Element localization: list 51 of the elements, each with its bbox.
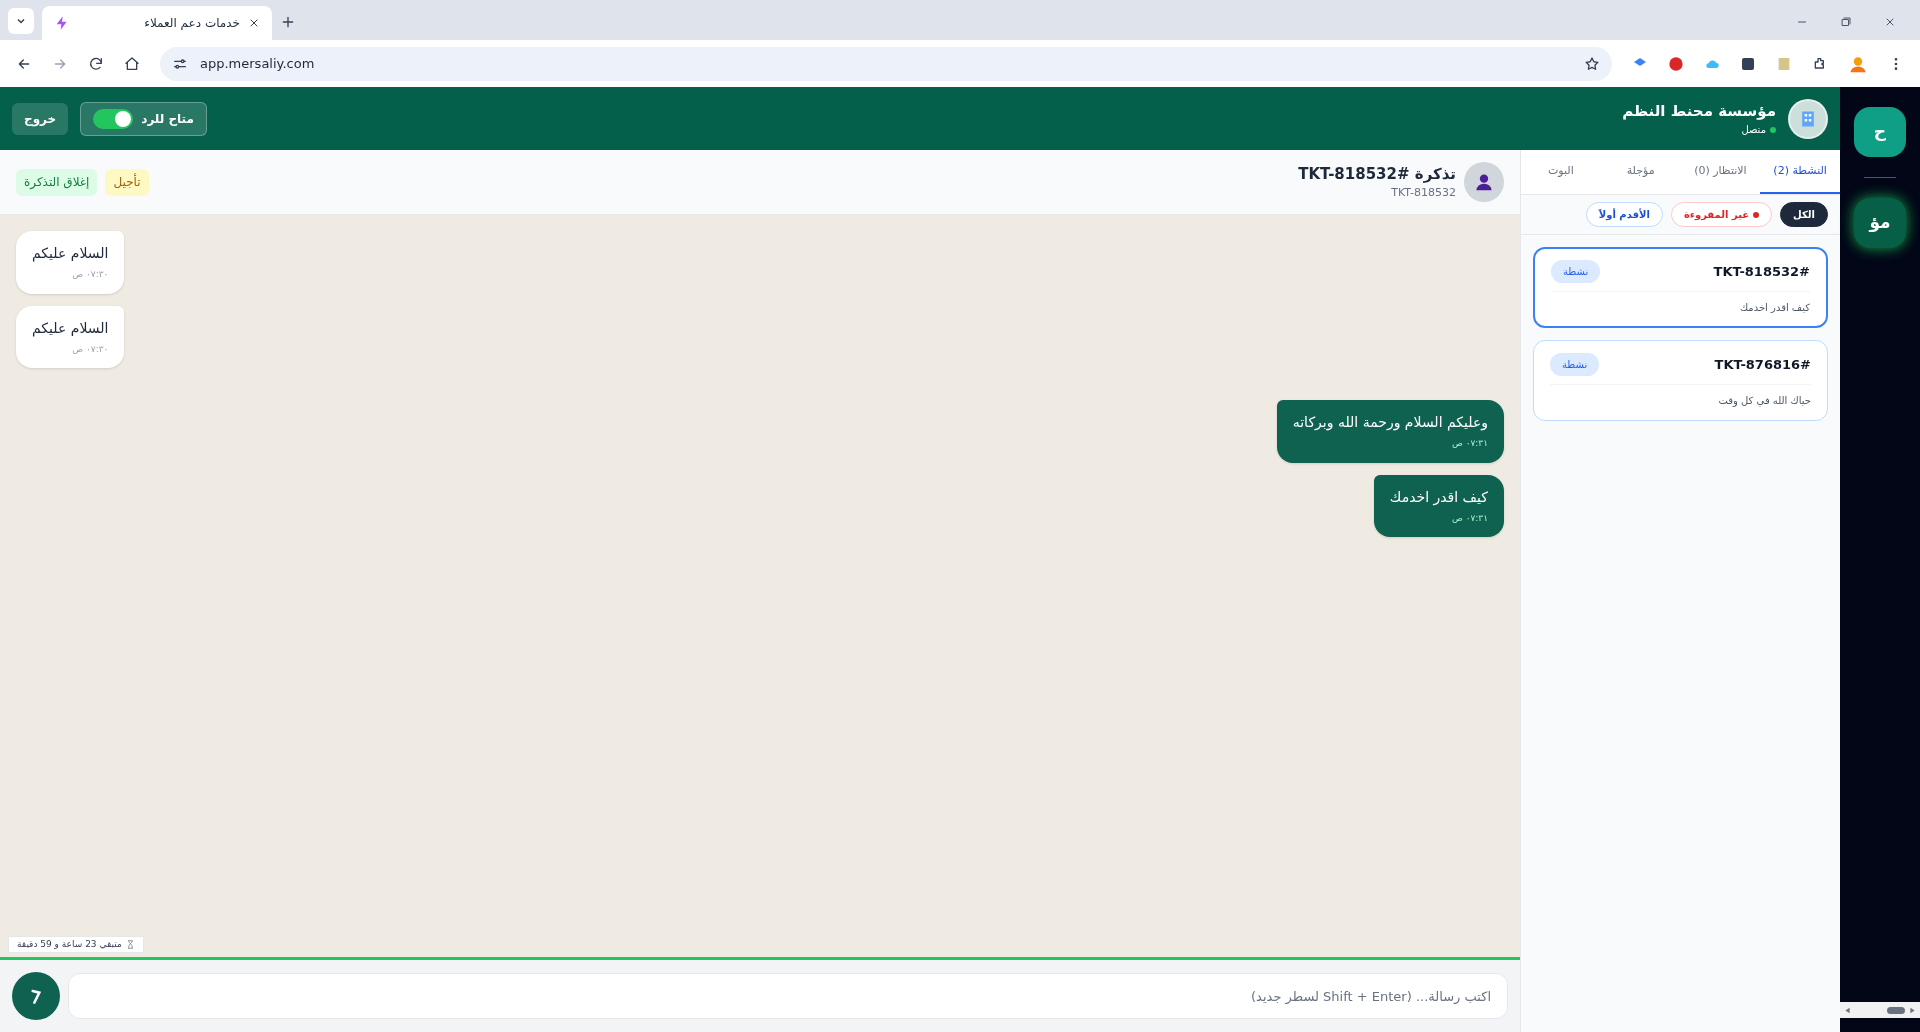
status-badge: نشطة bbox=[1550, 353, 1600, 376]
message-time: ٠٧:٣١ ص bbox=[1450, 511, 1488, 525]
ticket-preview: كيف اقدر اخدمك bbox=[1738, 301, 1810, 315]
organization-name: مؤسسة محنط النظم bbox=[1622, 100, 1776, 122]
reload-icon[interactable] bbox=[88, 55, 104, 72]
new-tab-icon[interactable] bbox=[280, 14, 296, 30]
ticket-tab[interactable]: الانتظار (0) bbox=[1680, 150, 1761, 194]
ticket-id: TKT-818532# bbox=[1713, 262, 1810, 281]
tab-title: خدمات دعم العملاء bbox=[143, 15, 240, 32]
status-badge: نشطة bbox=[1551, 260, 1601, 283]
message-input[interactable]: اكتب رسالة... (Shift + Enter لسطر جديد) bbox=[68, 973, 1508, 1019]
hourglass-icon bbox=[125, 939, 135, 949]
close-ticket-button[interactable]: إغلاق التذكرة bbox=[16, 168, 98, 196]
restore-icon[interactable] bbox=[1840, 16, 1852, 28]
ticket-title: تذكرة #TKT-818532 bbox=[1298, 163, 1456, 185]
close-icon[interactable] bbox=[248, 17, 260, 29]
availability-toggle[interactable]: متاح للرد bbox=[80, 101, 207, 136]
person-icon bbox=[1474, 172, 1494, 192]
browser-tab[interactable]: خدمات دعم العملاء bbox=[42, 6, 272, 40]
filter-chip[interactable]: الكل bbox=[1780, 202, 1828, 227]
message-time: ٠٧:٣٠ ص bbox=[71, 342, 109, 356]
address-bar[interactable]: app.mersaliy.com bbox=[160, 46, 1612, 81]
extension-icon[interactable] bbox=[1740, 55, 1756, 72]
message-time: ٠٧:٣٠ ص bbox=[71, 268, 109, 281]
scroll-left-icon[interactable] bbox=[1844, 1006, 1851, 1014]
extension-icon[interactable] bbox=[1668, 55, 1684, 72]
close-icon[interactable] bbox=[1884, 16, 1896, 28]
message-time: ٠٧:٣١ ص bbox=[1450, 437, 1488, 450]
postpone-button[interactable]: تأجيل bbox=[105, 168, 149, 196]
logout-button[interactable]: خروج bbox=[12, 102, 69, 135]
message-text: السلام عليكم bbox=[32, 318, 109, 339]
home-icon[interactable] bbox=[124, 55, 140, 72]
message-text: وعليكم السلام ورحمة الله وبركاته bbox=[1292, 413, 1488, 433]
ticket-tab[interactable]: مؤجلة bbox=[1600, 150, 1681, 194]
filter-chip[interactable]: الأقدم أولاً bbox=[1585, 202, 1663, 227]
ticket-preview: حياك الله في كل وقت bbox=[1717, 394, 1811, 408]
message-text: السلام عليكم bbox=[32, 244, 109, 264]
filter-chip[interactable]: غير المقروءة bbox=[1670, 202, 1773, 227]
time-remaining-badge: متبقي 23 ساعة و 59 دقيقة bbox=[8, 935, 144, 953]
workspace-button[interactable]: ح bbox=[1854, 107, 1906, 157]
url-text: app.mersaliy.com bbox=[200, 54, 316, 73]
star-icon[interactable] bbox=[1584, 55, 1600, 72]
message-text: كيف اقدر اخدمك bbox=[1389, 487, 1488, 508]
status-text: متصل bbox=[1741, 123, 1766, 138]
ticket-number: TKT-818532 bbox=[1391, 185, 1456, 201]
scroll-right-icon[interactable] bbox=[1909, 1006, 1916, 1014]
scrollbar-thumb[interactable] bbox=[1887, 1006, 1905, 1014]
send-button[interactable] bbox=[12, 972, 60, 1020]
ticket-id: TKT-876816# bbox=[1714, 355, 1811, 374]
workspace-button[interactable]: مؤ bbox=[1854, 198, 1906, 248]
ticket-tab[interactable]: البوت bbox=[1521, 150, 1601, 194]
